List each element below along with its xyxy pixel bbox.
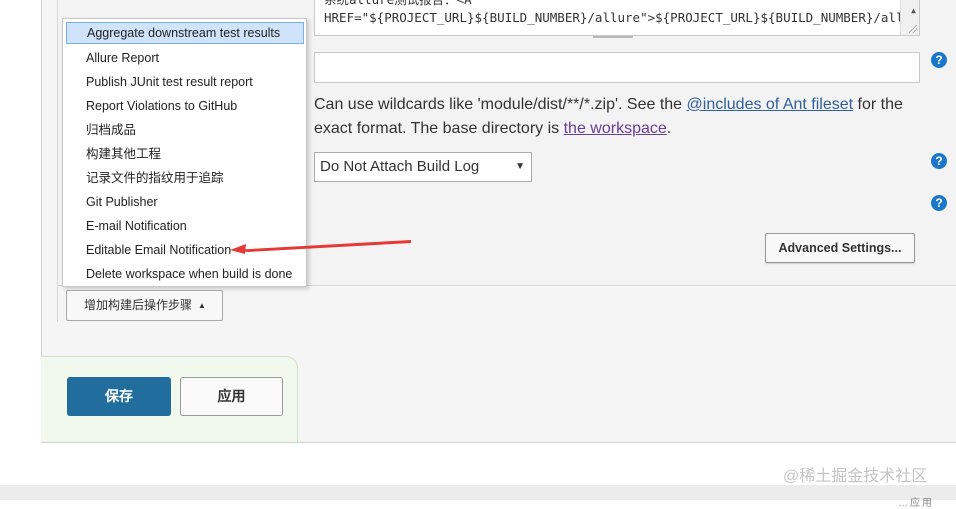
help-icon[interactable]: ? [931,195,947,211]
textarea-line-2: HREF="${PROJECT_URL}${BUILD_NUMBER}/allu… [324,10,920,25]
menu-item-publish-junit[interactable]: Publish JUnit test result report [63,70,306,94]
advanced-settings-button[interactable]: Advanced Settings... [765,233,915,263]
desc-part-1: Can use wildcards like 'module/dist/**/*… [314,96,687,113]
textarea-h-scroll-thumb[interactable] [593,36,633,40]
section-border [57,286,58,322]
files-to-attach-input[interactable] [314,52,920,83]
menu-item-archive-artifacts[interactable]: 归档成品 [63,118,306,142]
menu-item-aggregate-downstream[interactable]: Aggregate downstream test results [66,22,304,44]
ant-fileset-link[interactable]: @includes of Ant fileset [687,96,854,113]
menu-item-build-other-projects[interactable]: 构建其他工程 [63,142,306,166]
footer-strip [0,485,956,500]
desc-part-3: . [666,120,672,137]
attach-build-log-select[interactable]: Do Not Attach Build Log ▼ [314,152,532,182]
dropdown-arrow-icon: ▼ [515,161,525,172]
menu-item-allure-report[interactable]: Allure Report [63,46,306,70]
textarea-line-1: 系统allure测试报告：<A [324,0,893,9]
menu-item-delete-workspace[interactable]: Delete workspace when build is done [63,262,306,286]
apply-button[interactable]: 应用 [180,377,283,416]
menu-item-fingerprint[interactable]: 记录文件的指纹用于追踪 [63,166,306,190]
attachments-help-text: Can use wildcards like 'module/dist/**/*… [314,93,929,141]
menu-item-report-violations[interactable]: Report Violations to GitHub [63,94,306,118]
help-icon[interactable]: ? [931,153,947,169]
cut-off-text: …应用 [898,498,934,509]
build-log-selected-value: Do Not Attach Build Log [320,158,480,175]
add-step-label: 增加构建后操作步骤 [84,298,193,312]
workspace-link[interactable]: the workspace [564,120,667,137]
add-post-build-step-button[interactable]: 增加构建后操作步骤 ▲ [66,290,223,321]
annotation-arrow-icon [230,240,411,254]
menu-item-git-publisher[interactable]: Git Publisher [63,190,306,214]
scroll-up-arrow-icon[interactable]: ▲ [911,2,916,20]
help-icon[interactable]: ? [931,52,947,68]
menu-item-email-notification[interactable]: E-mail Notification [63,214,306,238]
email-content-textarea[interactable]: 系统allure测试报告：<A HREF="${PROJECT_URL}${BU… [314,0,920,36]
save-button[interactable]: 保存 [67,377,171,416]
caret-up-icon: ▲ [198,301,206,310]
resize-handle-icon[interactable] [909,25,917,33]
watermark: @稀土掘金技术社区 [783,468,928,485]
